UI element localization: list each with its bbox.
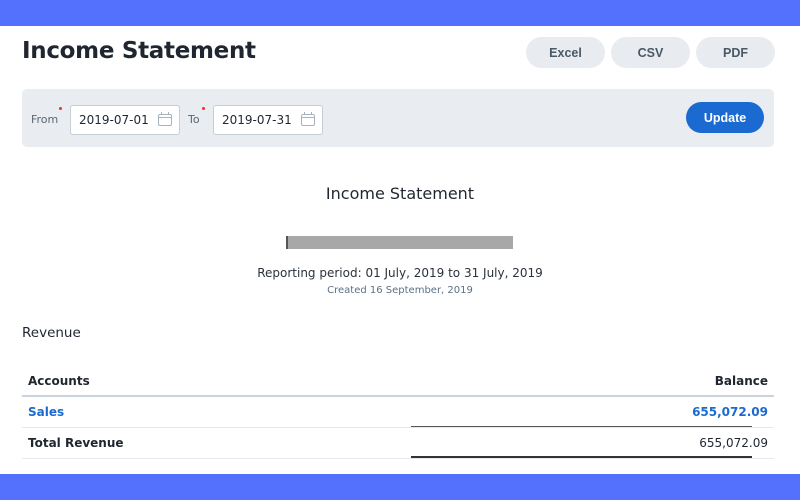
balance-link-sales[interactable]: 655,072.09 [692,405,768,419]
balance-column-header: Balance [714,373,768,388]
total-rule [411,456,752,458]
top-band [0,0,800,26]
total-revenue-value: 655,072.09 [699,436,768,450]
report-title: Income Statement [325,184,475,203]
revenue-table: Accounts Balance Sales 655,072.09 Total … [22,366,774,459]
date-filter-bar: From 2019-07-01 To 2019-07-31 Update [22,89,774,147]
from-date-value: 2019-07-01 [79,113,149,127]
total-revenue-row: Total Revenue 655,072.09 [22,428,774,459]
to-label: To [188,113,200,126]
table-row[interactable]: Sales 655,072.09 [22,397,774,428]
reporting-period: Reporting period: 01 July, 2019 to 31 Ju… [257,266,543,280]
page-title: Income Statement [22,38,256,64]
total-revenue-label: Total Revenue [28,436,124,450]
company-name-redacted [286,236,513,249]
from-required-marker [59,107,62,110]
export-excel-button[interactable]: Excel [526,37,605,68]
export-csv-button[interactable]: CSV [611,37,690,68]
revenue-section-title: Revenue [22,325,81,341]
from-label: From [31,113,59,126]
export-buttons: Excel CSV PDF [526,37,775,68]
to-date-input[interactable]: 2019-07-31 [213,105,323,135]
table-header-row: Accounts Balance [22,366,774,397]
calendar-icon[interactable] [301,112,315,126]
to-date-value: 2019-07-31 [222,113,292,127]
calendar-icon[interactable] [158,112,172,126]
to-required-marker [202,107,205,110]
subtotal-rule [411,426,752,427]
account-link-sales[interactable]: Sales [28,405,64,419]
bottom-band [0,474,800,500]
accounts-column-header: Accounts [28,373,90,388]
created-date: Created 16 September, 2019 [327,285,473,296]
update-button[interactable]: Update [686,102,764,133]
from-date-input[interactable]: 2019-07-01 [70,105,180,135]
export-pdf-button[interactable]: PDF [696,37,775,68]
